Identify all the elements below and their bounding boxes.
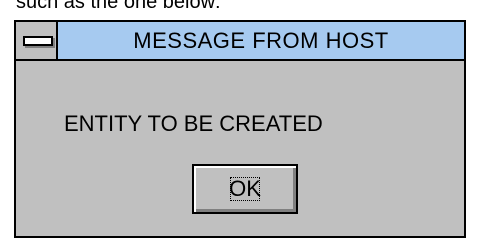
caption-text: such as the one below: bbox=[16, 0, 221, 13]
message-dialog: MESSAGE FROM HOST ENTITY TO BE CREATED O… bbox=[14, 20, 466, 238]
dialog-title: MESSAGE FROM HOST bbox=[133, 28, 389, 53]
dialog-titlebar: MESSAGE FROM HOST bbox=[16, 22, 464, 61]
ok-button-label: OK bbox=[229, 176, 261, 201]
system-menu-icon bbox=[23, 36, 53, 46]
dialog-message: ENTITY TO BE CREATED bbox=[64, 111, 323, 136]
document-caption: such as the one below: bbox=[16, 0, 456, 20]
ok-button[interactable]: OK bbox=[192, 164, 298, 214]
system-menu-button[interactable] bbox=[16, 22, 58, 59]
